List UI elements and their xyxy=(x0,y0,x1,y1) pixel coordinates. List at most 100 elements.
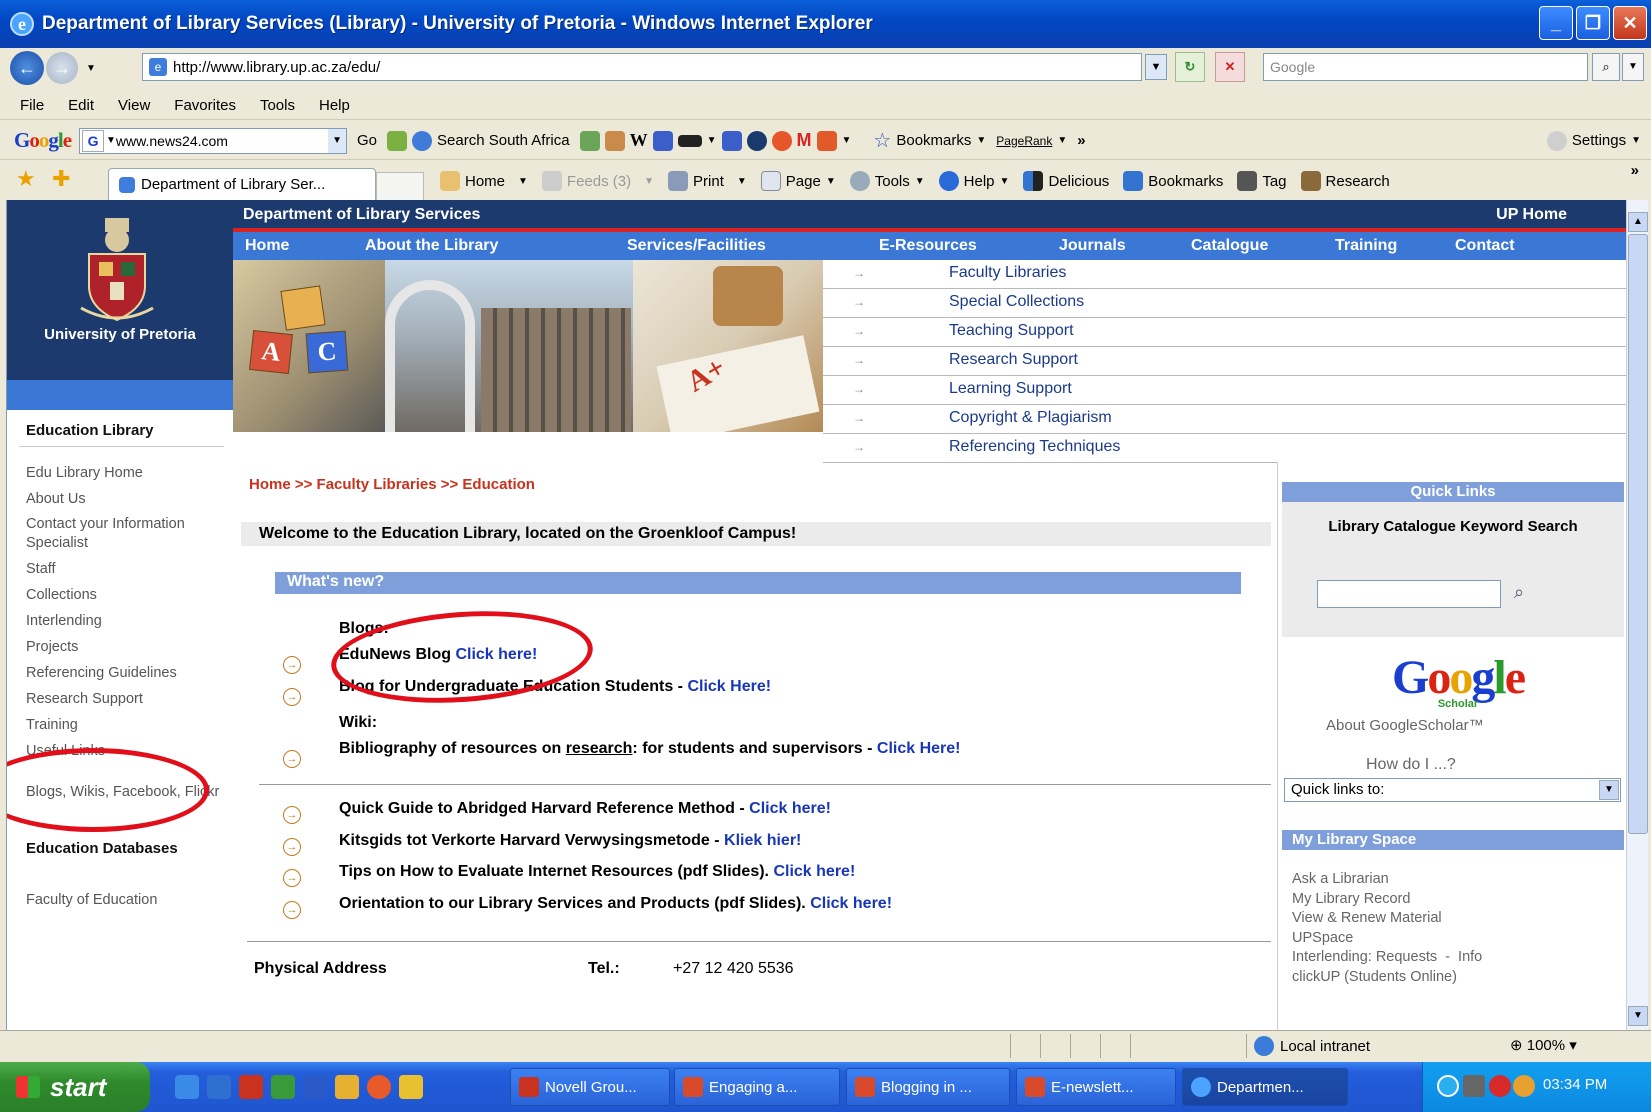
google-go-button[interactable]: Go xyxy=(357,132,377,149)
tab-current[interactable]: Department of Library Ser... xyxy=(108,168,376,200)
google-scholar-logo[interactable]: Google Scholar xyxy=(1328,652,1588,711)
nav-home[interactable]: Home xyxy=(245,237,289,255)
bookmarks-menu[interactable]: ☆ Bookmarks ▼ xyxy=(873,128,986,153)
menu-file[interactable]: File xyxy=(20,97,44,114)
left-link-collections[interactable]: Collections xyxy=(26,582,226,608)
toolbar-more-button[interactable]: » xyxy=(1077,132,1085,149)
google-search-box[interactable]: G ▼ www.news24.com ▼ xyxy=(79,127,348,154)
submenu-item[interactable]: → Faculty Libraries xyxy=(823,260,1626,289)
task-button[interactable]: Blogging in ... xyxy=(846,1068,1010,1106)
mls-link[interactable]: Interlending: Requests - Info xyxy=(1292,948,1482,968)
start-button[interactable]: start xyxy=(0,1062,150,1112)
undergrad-blog-link[interactable]: Click Here! xyxy=(687,678,771,695)
nav-training[interactable]: Training xyxy=(1335,237,1397,255)
menu-edit[interactable]: Edit xyxy=(68,97,94,114)
page-menu[interactable]: Page ▼ xyxy=(760,171,836,191)
favbar-more-button[interactable]: » xyxy=(1631,162,1639,179)
nav-catalogue[interactable]: Catalogue xyxy=(1191,237,1268,255)
breadcrumb[interactable]: Home >> Faculty Libraries >> Education xyxy=(249,476,535,493)
feeds-button[interactable]: Feeds (3) ▼ xyxy=(541,171,654,191)
minimize-button[interactable]: _ xyxy=(1539,6,1573,40)
catalogue-search-input[interactable] xyxy=(1317,580,1501,608)
new-tab-button[interactable] xyxy=(376,172,424,200)
nav-contact[interactable]: Contact xyxy=(1455,237,1515,255)
excel-icon[interactable] xyxy=(271,1075,295,1099)
kitsgids-link[interactable]: Kliek hier! xyxy=(724,832,801,849)
menu-favorites[interactable]: Favorites xyxy=(174,97,236,114)
folder-icon[interactable] xyxy=(335,1075,359,1099)
antivirus-icon[interactable] xyxy=(1489,1075,1511,1097)
left-link-staff[interactable]: Staff xyxy=(26,556,226,582)
mls-link[interactable]: Ask a Librarian xyxy=(1292,870,1482,890)
close-button[interactable]: ✕ xyxy=(1613,6,1647,40)
settings-menu[interactable]: Settings ▼ xyxy=(1546,130,1641,151)
bookmarks-button[interactable]: Bookmarks xyxy=(1123,171,1223,191)
scroll-thumb[interactable] xyxy=(1628,234,1648,834)
recent-pages-icon[interactable]: ▼ xyxy=(86,63,96,74)
update-icon[interactable] xyxy=(1513,1075,1535,1097)
word-icon[interactable] xyxy=(303,1075,327,1099)
outlook-icon[interactable] xyxy=(239,1075,263,1099)
evaluate-resources-link[interactable]: Click here! xyxy=(773,863,855,880)
about-google-scholar-link[interactable]: About GoogleScholar™ xyxy=(1326,717,1484,734)
zoom-level[interactable]: ⊕ 100% ▾ xyxy=(1510,1036,1577,1054)
toolbar-shortcut-icons[interactable]: W ▼ M ▼ xyxy=(579,130,851,151)
research-button[interactable]: Research xyxy=(1300,171,1390,191)
media-icon[interactable] xyxy=(367,1075,391,1099)
mls-link[interactable]: View & Renew Material xyxy=(1292,909,1482,929)
mls-link[interactable]: clickUP (Students Online) xyxy=(1292,968,1482,988)
favorites-star-icon[interactable]: ★ xyxy=(16,166,36,192)
tools-menu[interactable]: Tools ▼ xyxy=(849,171,925,191)
harvard-guide-link[interactable]: Click here! xyxy=(749,800,831,817)
chevron-down-icon[interactable]: ▼ xyxy=(328,128,347,153)
tag-button[interactable]: Tag xyxy=(1237,171,1287,191)
nav-about[interactable]: About the Library xyxy=(365,237,498,255)
security-zone[interactable]: Local intranet xyxy=(1254,1036,1370,1056)
vertical-scrollbar[interactable]: ▲ ▼ xyxy=(1626,200,1648,1030)
left-link-interlending[interactable]: Interlending xyxy=(26,608,226,634)
bibliography-link[interactable]: Click Here! xyxy=(877,740,961,757)
browser-icon[interactable] xyxy=(207,1075,231,1099)
google-logo[interactable]: Google xyxy=(14,128,72,153)
left-link-about[interactable]: About Us xyxy=(26,486,226,512)
pagerank-indicator[interactable]: PageRank ▼ xyxy=(996,134,1067,148)
menu-tools[interactable]: Tools xyxy=(260,97,295,114)
submenu-item[interactable]: → Teaching Support xyxy=(823,318,1626,347)
task-button[interactable]: Engaging a... xyxy=(674,1068,840,1106)
left-link-contact[interactable]: Contact your Information Specialist xyxy=(26,512,226,556)
ie-icon[interactable] xyxy=(175,1075,199,1099)
clock-icon[interactable] xyxy=(399,1075,423,1099)
address-dropdown-icon[interactable]: ▼ xyxy=(1145,54,1167,80)
task-button[interactable]: Novell Grou... xyxy=(510,1068,670,1106)
menu-view[interactable]: View xyxy=(118,97,150,114)
search-options-icon[interactable]: ▼ xyxy=(1622,53,1644,81)
scroll-down-icon[interactable]: ▼ xyxy=(1628,1006,1648,1026)
printer-icon[interactable] xyxy=(1463,1075,1485,1097)
submenu-item[interactable]: → Referencing Techniques xyxy=(823,434,1626,463)
submenu-item[interactable]: → Copyright & Plagiarism xyxy=(823,405,1626,434)
mls-link[interactable]: My Library Record xyxy=(1292,890,1482,910)
left-link-training[interactable]: Training xyxy=(26,712,226,738)
forward-button[interactable]: → xyxy=(46,52,78,84)
submenu-item[interactable]: → Research Support xyxy=(823,347,1626,376)
search-icon[interactable]: ⌕ xyxy=(1514,582,1524,603)
nav-journals[interactable]: Journals xyxy=(1059,237,1126,255)
quick-links-select[interactable]: Quick links to: ▼ xyxy=(1284,778,1621,802)
clock[interactable]: 03:34 PM xyxy=(1543,1076,1607,1093)
left-link-projects[interactable]: Projects xyxy=(26,634,226,660)
add-favorites-icon[interactable]: ✚ xyxy=(52,166,70,192)
up-home-link[interactable]: UP Home xyxy=(1496,206,1567,224)
back-button[interactable]: ← xyxy=(10,51,44,85)
nav-eresources[interactable]: E-Resources xyxy=(879,237,977,255)
scroll-up-icon[interactable]: ▲ xyxy=(1628,212,1648,232)
network-icon[interactable] xyxy=(1437,1075,1459,1097)
left-link-research[interactable]: Research Support xyxy=(26,686,226,712)
university-name[interactable]: University of Pretoria xyxy=(7,326,233,343)
help-menu[interactable]: Help ▼ xyxy=(938,171,1009,191)
submenu-item[interactable]: → Special Collections xyxy=(823,289,1626,318)
submenu-item[interactable]: → Learning Support xyxy=(823,376,1626,405)
task-button-active[interactable]: Departmen... xyxy=(1182,1068,1348,1106)
delicious-button[interactable]: Delicious xyxy=(1023,171,1109,191)
chevron-down-icon[interactable]: ▼ xyxy=(1599,780,1619,800)
home-button[interactable]: Home ▼ xyxy=(440,171,528,191)
